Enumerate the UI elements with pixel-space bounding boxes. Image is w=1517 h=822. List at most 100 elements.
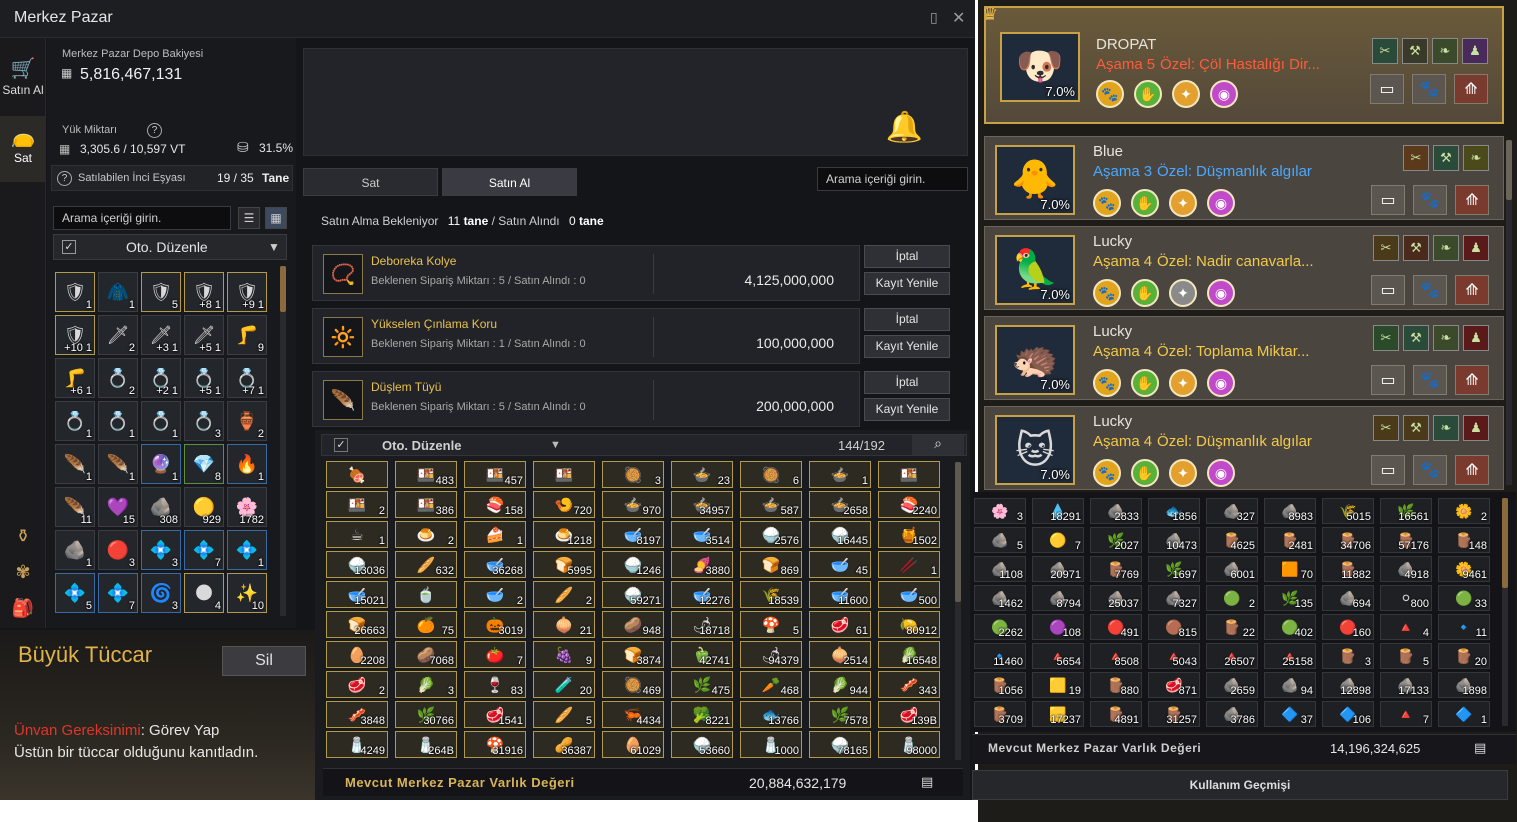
warehouse-slot[interactable]: 🪵 4625 bbox=[1206, 527, 1258, 553]
warehouse-slot[interactable]: 🔴 160 bbox=[1322, 614, 1374, 640]
pet-trait-icon[interactable]: ✂ bbox=[1373, 415, 1399, 441]
warehouse-slot[interactable]: 🌾 5015 bbox=[1322, 498, 1374, 524]
help-icon[interactable]: ? bbox=[147, 123, 162, 138]
market-search-input[interactable]: Arama içeriği girin. bbox=[817, 167, 968, 191]
pet-trait-icon[interactable]: ✂ bbox=[1373, 325, 1399, 351]
pet-skill-icon[interactable]: ◉ bbox=[1207, 369, 1235, 397]
pet-trait-icon[interactable]: ✂ bbox=[1372, 38, 1398, 64]
pet-skill-icon[interactable]: ✦ bbox=[1169, 279, 1197, 307]
pet-skill-icon[interactable]: 🐾 bbox=[1093, 279, 1121, 307]
bag-slot[interactable]: 🍚 16445 bbox=[809, 521, 871, 548]
bag-slot[interactable]: 🍰 1 bbox=[464, 521, 526, 548]
inventory-search-input[interactable]: Arama içeriği girin. bbox=[53, 206, 231, 230]
bag-slot[interactable]: 🍱 457 bbox=[464, 461, 526, 488]
paw-icon[interactable]: 🐾 bbox=[1413, 365, 1447, 395]
bag-slot[interactable]: 🥚 61029 bbox=[602, 731, 664, 758]
bag-slot[interactable]: 🍲 970 bbox=[602, 491, 664, 518]
pet-card[interactable]: 🦜 7.0% Lucky Aşama 4 Özel: Nadir canavarla... 🐾… bbox=[984, 226, 1504, 310]
tab-buy[interactable]: Satın Al bbox=[442, 168, 577, 196]
inventory-slot[interactable]: 💠 5 bbox=[55, 573, 95, 613]
inventory-slot[interactable]: 💠 1 bbox=[227, 530, 267, 570]
bag-slot[interactable]: 🌿 475 bbox=[671, 671, 733, 698]
feed-bowl-icon[interactable]: ▭ bbox=[1370, 74, 1404, 104]
pet-trait-icon[interactable]: ♟ bbox=[1463, 235, 1489, 261]
cancel-order-button[interactable]: İptal bbox=[864, 308, 950, 331]
feed-bowl-icon[interactable]: ▭ bbox=[1371, 275, 1405, 305]
warehouse-slot[interactable]: 🌼 2 bbox=[1438, 498, 1490, 524]
inventory-slot[interactable]: 💍 1 bbox=[98, 401, 138, 441]
bag-slot[interactable]: 🍚 78165 bbox=[809, 731, 871, 758]
pearl-help-icon[interactable]: ? bbox=[57, 171, 72, 186]
warehouse-slot[interactable]: 🔹 11460 bbox=[974, 643, 1026, 669]
warehouse-slot[interactable]: 🌼 9461 bbox=[1438, 556, 1490, 582]
bag-slot[interactable]: 🥘 469 bbox=[602, 671, 664, 698]
bag-slot[interactable]: 🥚 2208 bbox=[326, 641, 388, 668]
warehouse-slot[interactable]: 🪵 880 bbox=[1090, 672, 1142, 698]
bag-slot[interactable]: 🍚 59271 bbox=[602, 581, 664, 608]
warehouse-slot[interactable]: 🔷 1 bbox=[1438, 701, 1490, 727]
feed-bowl-icon[interactable]: ▭ bbox=[1371, 365, 1405, 395]
bag-slot[interactable]: 🥔 7068 bbox=[395, 641, 457, 668]
list-view-button[interactable]: ☰ bbox=[238, 207, 260, 229]
bag-slot[interactable]: 🍠 3880 bbox=[671, 551, 733, 578]
warehouse-slot[interactable]: 🪨 6001 bbox=[1206, 556, 1258, 582]
warehouse-slot[interactable]: 🪨 20971 bbox=[1032, 556, 1084, 582]
warehouse-slot[interactable]: 🪨 1462 bbox=[974, 585, 1026, 611]
bag-slot[interactable]: 🥣 15021 bbox=[326, 581, 388, 608]
bag-slot[interactable]: 🍇 9 bbox=[533, 641, 595, 668]
paw-icon[interactable]: 🐾 bbox=[1412, 74, 1446, 104]
inventory-slot[interactable]: 🗡 +3 1 bbox=[141, 315, 181, 355]
pet-skill-icon[interactable]: 🐾 bbox=[1093, 369, 1121, 397]
bag-slot[interactable]: 🍞 26663 bbox=[326, 611, 388, 638]
bag-slot[interactable]: 🥘 3 bbox=[602, 461, 664, 488]
bag-slot[interactable]: 🥢 1 bbox=[878, 551, 940, 578]
warehouse-slot[interactable]: 🪨 694 bbox=[1322, 585, 1374, 611]
warehouse-slot[interactable]: 🪨 8983 bbox=[1264, 498, 1316, 524]
warehouse-slot[interactable]: 💧 18291 bbox=[1032, 498, 1084, 524]
bag-slot[interactable]: 🥓 343 bbox=[878, 671, 940, 698]
bag-slot[interactable]: 🍞 3874 bbox=[602, 641, 664, 668]
warehouse-slot[interactable]: 🪨 3786 bbox=[1206, 701, 1258, 727]
pet-trait-icon[interactable]: ❧ bbox=[1433, 415, 1459, 441]
inventory-slot[interactable]: 🔴 3 bbox=[98, 530, 138, 570]
phone-icon[interactable]: ▯ bbox=[930, 9, 938, 26]
inventory-slot[interactable]: 🪶 1 bbox=[55, 444, 95, 484]
bag-slot[interactable]: 🥣 12276 bbox=[671, 581, 733, 608]
warehouse-slot[interactable]: 🟢 33 bbox=[1438, 585, 1490, 611]
inventory-slot[interactable]: 🗡 2 bbox=[98, 315, 138, 355]
inventory-slot[interactable]: 💍 +5 1 bbox=[184, 358, 224, 398]
bag-scrollbar[interactable] bbox=[955, 462, 961, 760]
pet-skill-icon[interactable]: ✋ bbox=[1131, 369, 1159, 397]
bag-slot[interactable]: 🥘 6 bbox=[740, 461, 802, 488]
bag-slot[interactable]: 🥬 944 bbox=[809, 671, 871, 698]
inventory-slot[interactable]: 🪶 1 bbox=[98, 444, 138, 484]
warehouse-slot[interactable]: 🪨 2659 bbox=[1206, 672, 1258, 698]
pet-trait-icon[interactable]: ⚒ bbox=[1403, 235, 1429, 261]
inventory-slot[interactable]: 🦵 +6 1 bbox=[55, 358, 95, 398]
paw-icon[interactable]: 🐾 bbox=[1413, 275, 1447, 305]
bag-slot[interactable]: 🥣 2 bbox=[464, 581, 526, 608]
bag-slot[interactable]: 🧂 1000 bbox=[740, 731, 802, 758]
warehouse-slot[interactable]: 🪨 1108 bbox=[974, 556, 1026, 582]
bag-slot[interactable]: 🍖 bbox=[326, 461, 388, 488]
nav-sell-button[interactable]: 👝 Sat bbox=[0, 116, 46, 182]
warehouse-slot[interactable]: 🪨 10473 bbox=[1148, 527, 1200, 553]
warehouse-slot[interactable]: 🪵 11882 bbox=[1322, 556, 1374, 582]
release-icon[interactable]: ⟰ bbox=[1454, 74, 1488, 104]
bag-slot[interactable]: 🥣 3514 bbox=[671, 521, 733, 548]
bag-slot[interactable]: 🍚 2576 bbox=[740, 521, 802, 548]
warehouse-slot[interactable]: 🌸 3 bbox=[974, 498, 1026, 524]
pet-trait-icon[interactable]: ♟ bbox=[1462, 38, 1488, 64]
pet-skill-icon[interactable]: ✦ bbox=[1169, 459, 1197, 487]
warehouse-slot[interactable]: 🐟 1856 bbox=[1148, 498, 1200, 524]
bag-slot[interactable]: 🍅 7 bbox=[464, 641, 526, 668]
pet-card[interactable]: 🦔 7.0% Lucky Aşama 4 Özel: Toplama Miktar... 🐾 ✋… bbox=[984, 316, 1504, 400]
pet-skill-icon[interactable]: ◉ bbox=[1207, 189, 1235, 217]
feed-bowl-icon[interactable]: ▭ bbox=[1371, 455, 1405, 485]
inventory-scrollbar[interactable] bbox=[280, 266, 286, 616]
release-icon[interactable]: ⟰ bbox=[1455, 365, 1489, 395]
warehouse-slot[interactable]: 🪵 4891 bbox=[1090, 701, 1142, 727]
feed-bowl-icon[interactable]: ▭ bbox=[1371, 185, 1405, 215]
inventory-slot[interactable]: 🛡 +9 1 bbox=[227, 272, 267, 312]
inventory-slot[interactable]: 💍 1 bbox=[141, 401, 181, 441]
